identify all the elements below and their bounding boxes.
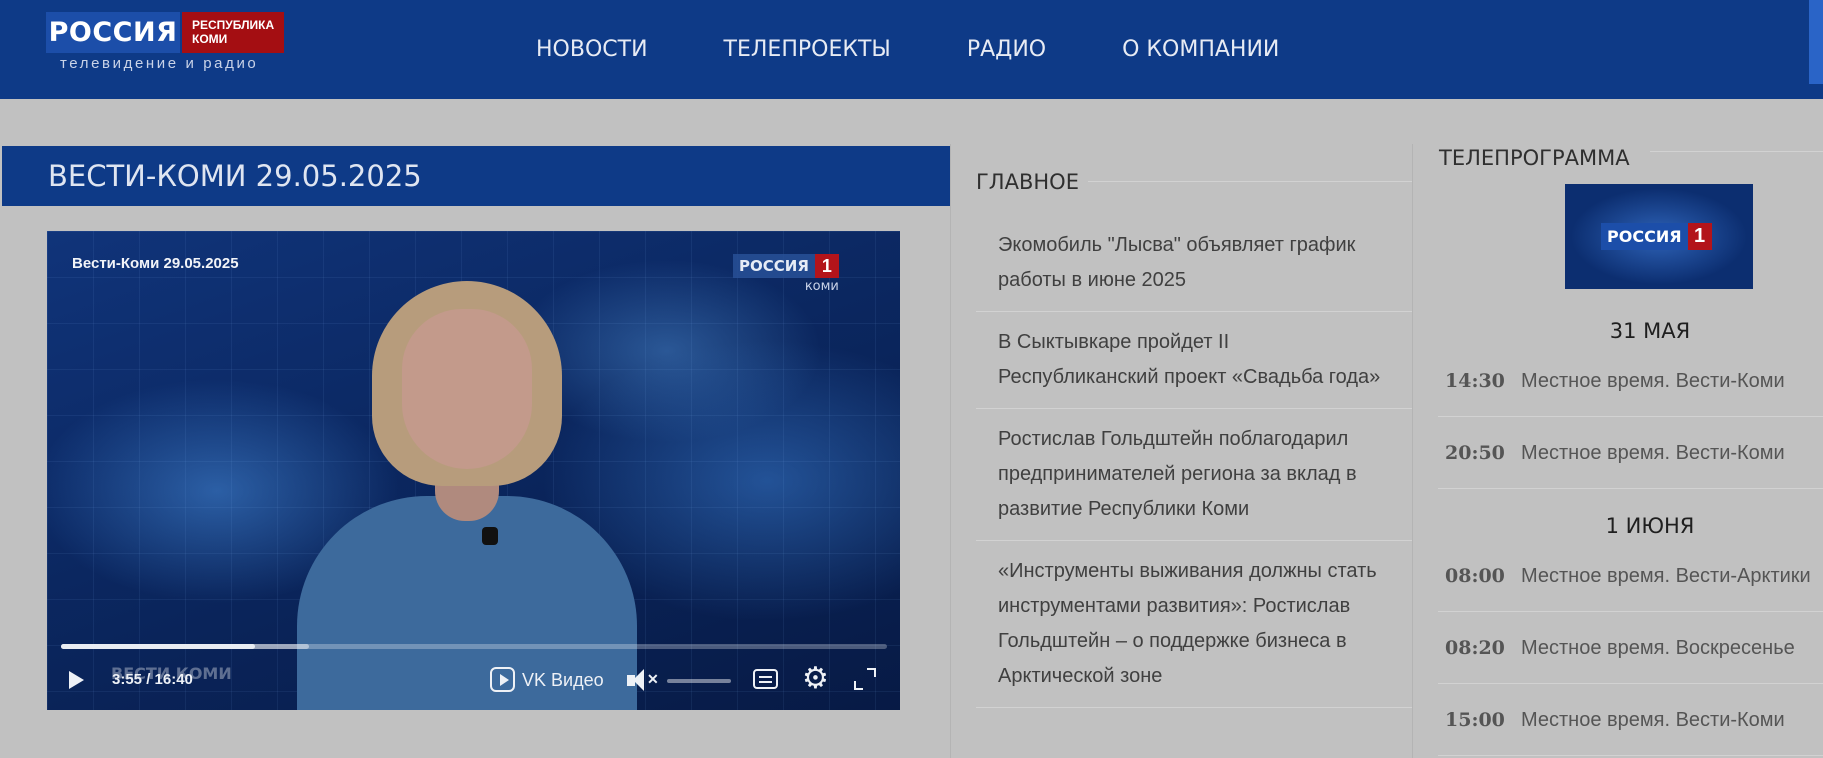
channel-watermark: РОССИЯ 1 коми (733, 254, 839, 294)
channel-watermark-region: коми (804, 279, 839, 294)
video-caption: Вести-Коми 29.05.2025 (72, 255, 239, 272)
tv-program-heading-rule (1650, 151, 1823, 152)
schedule-item[interactable]: 20:50 Местное время. Вести-Коми (1438, 417, 1823, 489)
page-title: ВЕСТИ-КОМИ 29.05.2025 (48, 159, 422, 193)
logo-region-block: РЕСПУБЛИКА КОМИ (182, 12, 284, 53)
presenter-image (297, 251, 637, 710)
column-divider (1412, 144, 1413, 758)
gear-icon[interactable]: ⚙ (802, 663, 829, 695)
channel-logo-name: РОССИЯ (1601, 223, 1688, 250)
video-progress-bar[interactable] (61, 644, 887, 649)
channel-logo-number: 1 (1687, 223, 1712, 250)
nav-item-radio[interactable]: РАДИО (967, 37, 1046, 62)
logo-region-line1: РЕСПУБЛИКА (192, 18, 275, 32)
schedule-item[interactable]: 15:00 Местное время. Вести-Коми (1438, 684, 1823, 756)
nav-item-teleprojects[interactable]: ТЕЛЕПРОЕКТЫ (724, 37, 891, 62)
main-news-heading: ГЛАВНОЕ (976, 170, 1079, 194)
schedule-title: Местное время. Воскресенье (1521, 637, 1795, 659)
schedule-time: 20:50 (1445, 442, 1505, 464)
schedule-time: 08:20 (1445, 637, 1505, 659)
nav-item-news[interactable]: НОВОСТИ (536, 37, 648, 62)
news-item[interactable]: В Сыктывкаре пройдет II Республиканский … (976, 312, 1412, 409)
vk-video-label[interactable]: VK Видео (522, 670, 604, 691)
play-icon[interactable] (69, 671, 84, 689)
logo-region-line2: КОМИ (192, 32, 228, 46)
channel-watermark-name: РОССИЯ (733, 254, 815, 278)
subtitles-icon[interactable] (753, 669, 778, 689)
schedule-day-label: 31 МАЯ (1609, 319, 1691, 343)
schedule-time: 14:30 (1445, 370, 1505, 392)
news-item[interactable]: Экомобиль "Лысва" объявляет график работ… (976, 215, 1412, 312)
schedule-title: Местное время. Вести-Коми (1521, 709, 1785, 731)
header-edge-strip (1809, 0, 1823, 84)
schedule-title: Местное время. Вести-Коми (1521, 370, 1785, 392)
vk-video-icon[interactable] (490, 667, 515, 692)
schedule-title: Местное время. Вести-Коми (1521, 442, 1785, 464)
schedule-time: 08:00 (1445, 565, 1505, 587)
schedule-time: 15:00 (1445, 709, 1505, 731)
volume-slider[interactable] (667, 679, 731, 683)
tv-program-heading: ТЕЛЕПРОГРАММА (1439, 146, 1630, 170)
site-header: РОССИЯ РЕСПУБЛИКА КОМИ телевидение и рад… (0, 0, 1823, 99)
site-logo[interactable]: РОССИЯ РЕСПУБЛИКА КОМИ телевидение и рад… (46, 12, 286, 74)
schedule-item[interactable]: 08:20 Местное время. Воскресенье (1438, 612, 1823, 684)
video-time: 3:55 / 16:40 (112, 671, 193, 688)
mute-icon[interactable]: ✕ (627, 666, 661, 694)
schedule-item[interactable]: 08:00 Местное время. Вести-Арктики (1438, 540, 1823, 612)
video-controls: 3:55 / 16:40 VK Видео ✕ ⚙ (47, 659, 900, 703)
logo-tagline: телевидение и радио (60, 55, 259, 72)
schedule-day-label: 1 ИЮНЯ (1605, 514, 1695, 538)
nav-item-about[interactable]: О КОМПАНИИ (1122, 37, 1279, 62)
video-played-fill (61, 644, 256, 649)
news-item[interactable]: «Инструменты выживания должны стать инст… (976, 541, 1412, 708)
schedule-item[interactable]: 14:30 Местное время. Вести-Коми (1438, 345, 1823, 417)
column-divider (950, 144, 951, 758)
page-title-bar: ВЕСТИ-КОМИ 29.05.2025 (2, 146, 950, 206)
video-player[interactable]: Вести-Коми 29.05.2025 РОССИЯ 1 коми ВЕСТ… (47, 231, 900, 710)
main-news-list: Экомобиль "Лысва" объявляет график работ… (976, 215, 1412, 708)
news-item[interactable]: Ростислав Гольдштейн поблагодарил предпр… (976, 409, 1412, 541)
schedule-title: Местное время. Вести-Арктики (1521, 565, 1811, 587)
main-nav: НОВОСТИ ТЕЛЕПРОЕКТЫ РАДИО О КОМПАНИИ (536, 0, 1279, 99)
logo-russia-block: РОССИЯ (46, 12, 180, 53)
channel-watermark-number: 1 (814, 254, 839, 278)
channel-logo[interactable]: РОССИЯ 1 (1565, 184, 1753, 289)
fullscreen-icon[interactable] (854, 668, 876, 690)
main-news-heading-rule (1088, 181, 1412, 182)
